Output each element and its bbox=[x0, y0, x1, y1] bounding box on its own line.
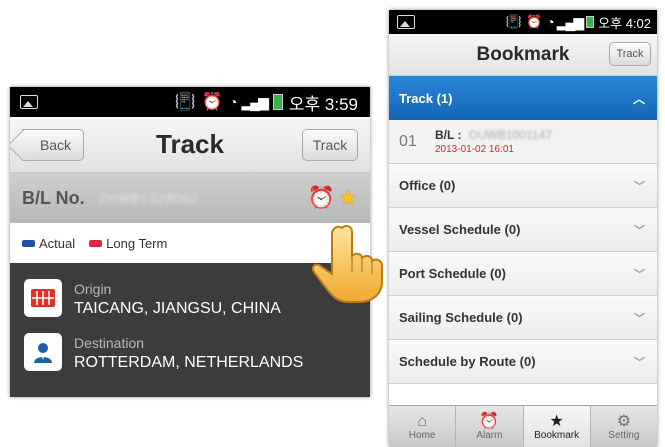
track-section-label: Track (1) bbox=[399, 90, 453, 106]
back-button[interactable]: Back bbox=[22, 129, 84, 161]
bookmark-screen: 📳 ⏰ ◔ ▂▄▆ 오후 4:02 Bookmark Track Track (… bbox=[389, 10, 657, 447]
destination-value: ROTTERDAM, NETHERLANDS bbox=[74, 354, 304, 371]
status-time: 오후 4:02 bbox=[598, 15, 651, 31]
tab-alarm[interactable]: ⏰ Alarm bbox=[456, 406, 524, 447]
container-icon bbox=[24, 279, 62, 317]
signal-icon: ▂▄▆ bbox=[556, 13, 584, 30]
tab-bar: ⌂ Home ⏰ Alarm ★ Bookmark ⚙ Setting bbox=[389, 405, 657, 447]
bl-number-row: B/L No. ZHWB1328060 ⏰ ★ bbox=[10, 173, 370, 223]
person-icon bbox=[24, 333, 62, 371]
legend-swatch-long-term bbox=[89, 239, 103, 247]
signal-icon: ▂▄▆ bbox=[241, 93, 268, 110]
legend-swatch-actual bbox=[22, 239, 35, 247]
vibrate-icon: 📳 bbox=[174, 92, 196, 111]
bookmark-date: 2013-01-02 16:01 bbox=[435, 144, 514, 155]
section-port-schedule[interactable]: Port Schedule (0) ﹀ bbox=[389, 252, 657, 296]
chevron-down-icon: ﹀ bbox=[634, 312, 645, 325]
legend-item-actual: Actual bbox=[22, 236, 75, 251]
gallery-notification-icon bbox=[20, 95, 38, 109]
wifi-icon: ◔ bbox=[546, 14, 555, 30]
title-bar: Bookmark Track bbox=[389, 34, 657, 76]
battery-icon bbox=[586, 16, 595, 28]
track-section-header[interactable]: Track (1) ︿ bbox=[389, 76, 657, 120]
status-bar: 📳 ⏰ ◔ ▂▄▆ 오후 3:59 bbox=[10, 87, 370, 117]
bookmark-star-icon[interactable]: ★ bbox=[338, 186, 358, 210]
gear-icon: ⚙ bbox=[616, 412, 632, 430]
alarm-clock-icon: ⏰ bbox=[201, 92, 223, 111]
section-schedule-by-route[interactable]: Schedule by Route (0) ﹀ bbox=[389, 340, 657, 384]
battery-icon bbox=[272, 94, 283, 110]
chevron-down-icon: ﹀ bbox=[634, 356, 645, 369]
star-icon: ★ bbox=[549, 412, 564, 430]
wifi-icon: ◔ bbox=[228, 94, 238, 110]
bookmark-bl-number: OUWB1001147 bbox=[468, 128, 552, 142]
bl-number-value: ZHWB1328060 bbox=[98, 190, 199, 206]
track-button[interactable]: Track bbox=[609, 42, 651, 66]
destination-item: Destination ROTTERDAM, NETHERLANDS bbox=[10, 333, 370, 387]
bl-label: B/L No. bbox=[22, 187, 85, 208]
origin-label: Origin bbox=[74, 281, 112, 297]
alarm-clock-icon[interactable]: ⏰ bbox=[308, 186, 335, 210]
chevron-down-icon: ﹀ bbox=[634, 180, 645, 193]
vibrate-icon: 📳 bbox=[505, 14, 523, 29]
destination-label: Destination bbox=[74, 335, 145, 351]
section-office[interactable]: Office (0) ﹀ bbox=[389, 164, 657, 208]
track-button[interactable]: Track bbox=[302, 129, 358, 161]
tab-home[interactable]: ⌂ Home bbox=[389, 406, 457, 447]
section-sailing-schedule[interactable]: Sailing Schedule (0) ﹀ bbox=[389, 296, 657, 340]
back-button-label: Back bbox=[39, 137, 72, 153]
chevron-up-icon: ︿ bbox=[632, 91, 645, 106]
bookmark-bl-label: B/L : bbox=[435, 128, 462, 142]
home-icon: ⌂ bbox=[417, 412, 427, 430]
title-bar: Back Track Track bbox=[10, 117, 370, 173]
legend-item-long-term: Long Term bbox=[89, 236, 167, 251]
chevron-down-icon: ﹀ bbox=[634, 268, 645, 281]
origin-value: TAICANG, JIANGSU, CHINA bbox=[74, 300, 281, 317]
bookmark-index: 01 bbox=[399, 132, 417, 150]
alarm-clock-icon: ⏰ bbox=[526, 14, 543, 29]
page-title: Bookmark bbox=[476, 43, 570, 65]
section-vessel-schedule[interactable]: Vessel Schedule (0) ﹀ bbox=[389, 208, 657, 252]
chevron-down-icon: ﹀ bbox=[634, 224, 645, 237]
status-time: 오후 3:59 bbox=[288, 94, 358, 114]
bookmark-item[interactable]: 01 B/L : OUWB1001147 2013-01-02 16:01 bbox=[389, 120, 657, 164]
pointing-hand-icon bbox=[308, 222, 392, 306]
status-bar: 📳 ⏰ ◔ ▂▄▆ 오후 4:02 bbox=[389, 10, 657, 34]
tab-bookmark[interactable]: ★ Bookmark bbox=[523, 406, 591, 447]
page-title: Track bbox=[156, 129, 224, 159]
gallery-notification-icon bbox=[397, 15, 415, 29]
alarm-icon: ⏰ bbox=[479, 412, 500, 430]
tab-setting[interactable]: ⚙ Setting bbox=[591, 406, 657, 447]
